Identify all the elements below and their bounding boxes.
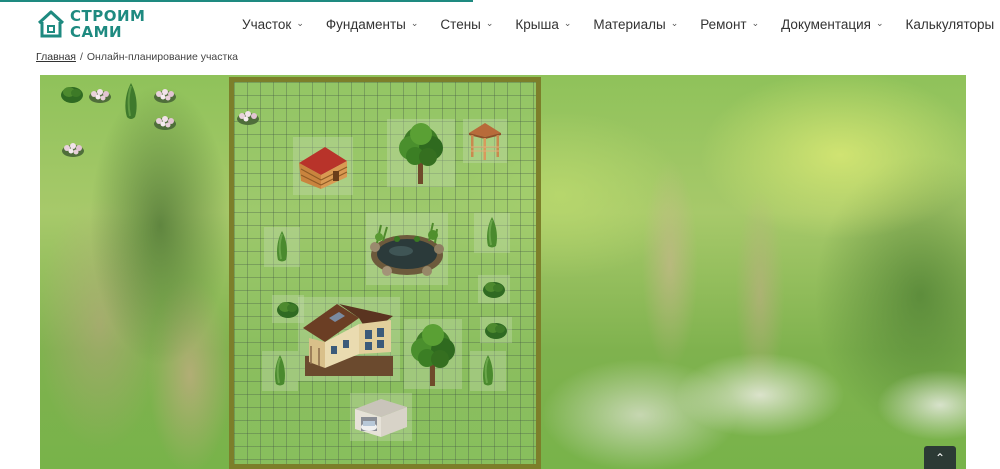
bathhouse-icon[interactable] bbox=[293, 137, 353, 195]
nav-item-label: Стены bbox=[440, 17, 481, 32]
nav-item-dokumentatsiya[interactable]: Документация ⌄ bbox=[781, 17, 883, 32]
deciduous-tree-icon[interactable] bbox=[404, 319, 462, 389]
nav-item-krysha[interactable]: Крыша ⌄ bbox=[515, 17, 571, 32]
flower-bush-icon[interactable] bbox=[60, 139, 86, 159]
cypress-icon[interactable] bbox=[262, 351, 298, 391]
nav-item-remont[interactable]: Ремонт ⌄ bbox=[700, 17, 759, 32]
chevron-up-icon: ⌃ bbox=[934, 450, 946, 465]
cypress-icon[interactable] bbox=[474, 213, 510, 253]
scroll-to-top-button[interactable]: ⌃ bbox=[924, 446, 956, 469]
chevron-down-icon: ⌄ bbox=[751, 18, 760, 28]
nav-item-label: Ремонт bbox=[700, 17, 747, 32]
breadcrumb: Главная / Онлайн-планирование участка bbox=[36, 51, 238, 63]
bush-icon[interactable] bbox=[480, 317, 512, 343]
chevron-down-icon: ⌄ bbox=[485, 18, 494, 28]
nav-item-label: Крыша bbox=[515, 17, 559, 32]
breadcrumb-separator: / bbox=[79, 51, 83, 63]
chevron-down-icon: ⌄ bbox=[410, 18, 419, 28]
top-accent-line bbox=[0, 0, 473, 2]
nav-item-uchastok[interactable]: Участок ⌄ bbox=[242, 17, 304, 32]
nav-item-materialy[interactable]: Материалы ⌄ bbox=[593, 17, 678, 32]
breadcrumb-home-link[interactable]: Главная bbox=[36, 51, 76, 63]
nav-item-label: Участок bbox=[242, 17, 292, 32]
flower-bush-icon[interactable] bbox=[88, 85, 112, 105]
flower-bush-icon[interactable] bbox=[152, 112, 178, 132]
logo-line-2: САМИ bbox=[70, 23, 123, 41]
nav-item-label: Фундаменты bbox=[325, 17, 406, 32]
cypress-icon[interactable] bbox=[470, 351, 506, 391]
flower-bush-icon[interactable] bbox=[152, 85, 178, 105]
nav-item-label: Материалы bbox=[593, 17, 666, 32]
logo-text: СТРОИМ САМИ bbox=[70, 8, 145, 40]
logo-line-1: СТРОИМ bbox=[70, 7, 146, 25]
house-logo-icon bbox=[37, 10, 65, 38]
pond-icon[interactable] bbox=[366, 213, 448, 285]
bush-icon[interactable] bbox=[60, 83, 84, 105]
chevron-down-icon: ⌄ bbox=[296, 18, 304, 28]
flower-bush-icon[interactable] bbox=[236, 107, 260, 127]
chevron-down-icon: ⌄ bbox=[563, 18, 572, 28]
garage-icon[interactable] bbox=[350, 393, 412, 441]
breadcrumb-current: Онлайн-планирование участка bbox=[86, 51, 238, 63]
site-planner-canvas[interactable] bbox=[40, 75, 966, 469]
house-icon[interactable] bbox=[298, 297, 400, 381]
nav-item-kalkulyatory[interactable]: Калькуляторы⌄ bbox=[906, 17, 1000, 32]
main-nav: Участок ⌄ Фундаменты ⌄ Стены ⌄ Крыша ⌄ Матер… bbox=[242, 17, 1000, 32]
nav-item-fundamenty[interactable]: Фундаменты ⌄ bbox=[326, 17, 419, 32]
background-shade bbox=[40, 75, 230, 469]
chevron-down-icon: ⌄ bbox=[875, 18, 884, 28]
gazebo-icon[interactable] bbox=[463, 119, 507, 163]
deciduous-tree-icon[interactable] bbox=[387, 119, 455, 187]
cypress-icon[interactable] bbox=[264, 227, 300, 267]
cypress-icon[interactable] bbox=[120, 81, 142, 123]
site-logo[interactable]: СТРОИМ САМИ bbox=[36, 8, 145, 40]
nav-item-label: Документация bbox=[781, 17, 871, 32]
bush-icon[interactable] bbox=[478, 275, 510, 303]
nav-item-steny[interactable]: Стены ⌄ bbox=[440, 17, 493, 32]
nav-item-label: Калькуляторы bbox=[905, 17, 995, 32]
chevron-down-icon: ⌄ bbox=[670, 18, 679, 28]
